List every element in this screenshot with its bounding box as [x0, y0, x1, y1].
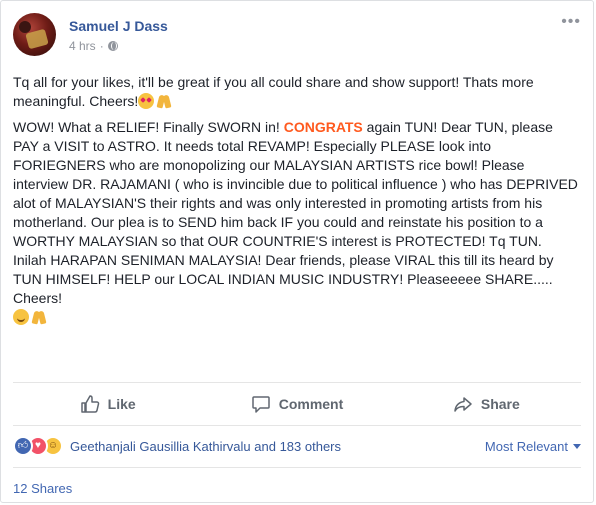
- like-label: Like: [107, 396, 136, 412]
- like-button[interactable]: Like: [13, 383, 202, 425]
- most-relevant-label: Most Relevant: [484, 438, 568, 454]
- reactions-summary: 👍︎ ♥ ☺ Geethanjali Gausillia Kathirvalu …: [13, 431, 581, 461]
- thumbs-up-icon: [80, 395, 99, 413]
- divider: [13, 467, 581, 468]
- reaction-names-link[interactable]: Geethanjali Gausillia Kathirvalu and 183…: [70, 439, 341, 454]
- chevron-down-icon: [573, 443, 581, 449]
- comment-icon: [251, 396, 270, 413]
- comment-button[interactable]: Comment: [202, 383, 391, 425]
- share-button[interactable]: Share: [392, 383, 581, 425]
- congrats-highlight: CONGRATS: [283, 119, 363, 135]
- globe-icon[interactable]: [107, 41, 118, 51]
- praying-hands-emoji-icon: [31, 309, 47, 325]
- avatar-shape: [25, 28, 49, 50]
- post-card: Samuel J Dass 4 hrs · ••• Tq all for you…: [0, 0, 594, 503]
- post-text-1: Tq all for your likes, it'll be great if…: [13, 74, 534, 109]
- author-name[interactable]: Samuel J Dass: [69, 18, 168, 34]
- post-actions-bar: Like Comment Share: [13, 382, 581, 426]
- post-text-2b: again TUN! Dear TUN, please PAY a VISIT …: [13, 119, 578, 306]
- most-relevant-dropdown[interactable]: Most Relevant: [485, 439, 581, 454]
- like-reaction-icon: 👍︎: [13, 436, 33, 456]
- reaction-icons[interactable]: 👍︎ ♥ ☺: [13, 436, 63, 456]
- avatar[interactable]: [13, 13, 56, 56]
- avatar-shape: [19, 21, 31, 33]
- post-meta: 4 hrs ·: [69, 39, 118, 53]
- post-paragraph-1: Tq all for your likes, it'll be great if…: [13, 73, 579, 111]
- shares-count-link[interactable]: 12 Shares: [13, 481, 72, 496]
- praying-hands-emoji-icon: [156, 93, 172, 109]
- heart-eyes-emoji-icon: [138, 93, 155, 109]
- post-time[interactable]: 4 hrs: [69, 39, 96, 53]
- post-body: Tq all for your likes, it'll be great if…: [13, 73, 579, 334]
- post-header: Samuel J Dass 4 hrs · •••: [13, 13, 581, 57]
- post-text-2a: WOW! What a RELIEF! Finally SWORN in!: [13, 119, 284, 135]
- meta-separator: ·: [99, 39, 104, 53]
- post-paragraph-2: WOW! What a RELIEF! Finally SWORN in! CO…: [13, 118, 579, 327]
- smiling-face-emoji-icon: [13, 309, 29, 325]
- share-label: Share: [480, 396, 520, 412]
- more-options-button[interactable]: •••: [561, 14, 581, 30]
- comment-label: Comment: [278, 396, 344, 412]
- share-arrow-icon: [454, 397, 472, 412]
